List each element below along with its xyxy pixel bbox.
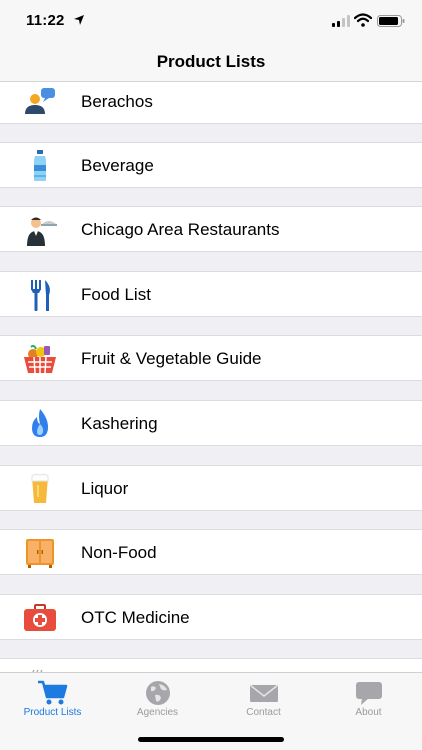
tab-label: Product Lists bbox=[23, 707, 82, 718]
tab-label: Contact bbox=[246, 707, 281, 718]
status-time: 11:22 bbox=[26, 12, 65, 29]
list-item-fruit-vegetable-guide[interactable]: Fruit & Vegetable Guide bbox=[0, 335, 422, 381]
list-item-partial[interactable] bbox=[0, 658, 422, 672]
list-item-food-list[interactable]: Food List bbox=[0, 271, 422, 317]
status-bar: 11:22 bbox=[0, 0, 422, 44]
list-item-label: Liquor bbox=[81, 479, 129, 498]
list-item-otc-medicine[interactable]: OTC Medicine bbox=[0, 594, 422, 640]
tab-agencies[interactable]: Agencies bbox=[105, 673, 210, 723]
steam-icon bbox=[32, 669, 43, 672]
people-chat-icon bbox=[25, 88, 55, 114]
location-arrow-icon bbox=[74, 15, 84, 25]
list-item-berachos[interactable]: Berachos bbox=[0, 82, 422, 124]
tab-label: Agencies bbox=[136, 707, 179, 718]
tab-about[interactable]: About bbox=[316, 673, 421, 723]
battery-icon bbox=[377, 15, 405, 27]
list-item-non-food[interactable]: Non-Food bbox=[0, 529, 422, 575]
list-item-label: Food List bbox=[81, 285, 151, 304]
list-item-label: Fruit & Vegetable Guide bbox=[81, 349, 262, 368]
list-item-label: Beverage bbox=[81, 156, 154, 175]
water-bottle-icon bbox=[34, 150, 46, 181]
list-item-label: Chicago Area Restaurants bbox=[81, 220, 280, 239]
produce-basket-icon bbox=[24, 344, 56, 374]
list-item-label: Berachos bbox=[81, 92, 153, 111]
list-item-label: OTC Medicine bbox=[81, 608, 190, 627]
product-list[interactable]: Berachos Beverage Chicago Area Restauran… bbox=[0, 82, 422, 672]
page-title: Product Lists bbox=[156, 52, 266, 71]
tab-label: About bbox=[355, 707, 382, 718]
beer-glass-icon bbox=[31, 473, 49, 503]
list-item-kashering[interactable]: Kashering bbox=[0, 400, 422, 446]
navigation-bar: Product Lists bbox=[0, 44, 422, 82]
home-indicator[interactable] bbox=[138, 737, 284, 742]
globe-icon bbox=[146, 681, 170, 705]
shopping-cart-icon bbox=[38, 680, 68, 705]
list-item-label: Non-Food bbox=[81, 543, 157, 562]
first-aid-kit-icon bbox=[24, 604, 56, 631]
list-item-liquor[interactable]: Liquor bbox=[0, 465, 422, 511]
fork-knife-icon bbox=[31, 280, 50, 311]
speech-bubble-icon bbox=[356, 682, 382, 705]
envelope-icon bbox=[249, 684, 279, 702]
flame-icon bbox=[32, 409, 48, 437]
cabinet-icon bbox=[26, 539, 54, 568]
tab-contact[interactable]: Contact bbox=[211, 673, 316, 723]
waiter-icon bbox=[27, 217, 57, 246]
wifi-icon bbox=[354, 13, 372, 27]
list-item-beverage[interactable]: Beverage bbox=[0, 142, 422, 188]
tab-product-lists[interactable]: Product Lists bbox=[0, 673, 105, 723]
cellular-signal-icon bbox=[332, 15, 350, 27]
list-item-label: Kashering bbox=[81, 414, 158, 433]
list-item-chicago-area-restaurants[interactable]: Chicago Area Restaurants bbox=[0, 206, 422, 252]
